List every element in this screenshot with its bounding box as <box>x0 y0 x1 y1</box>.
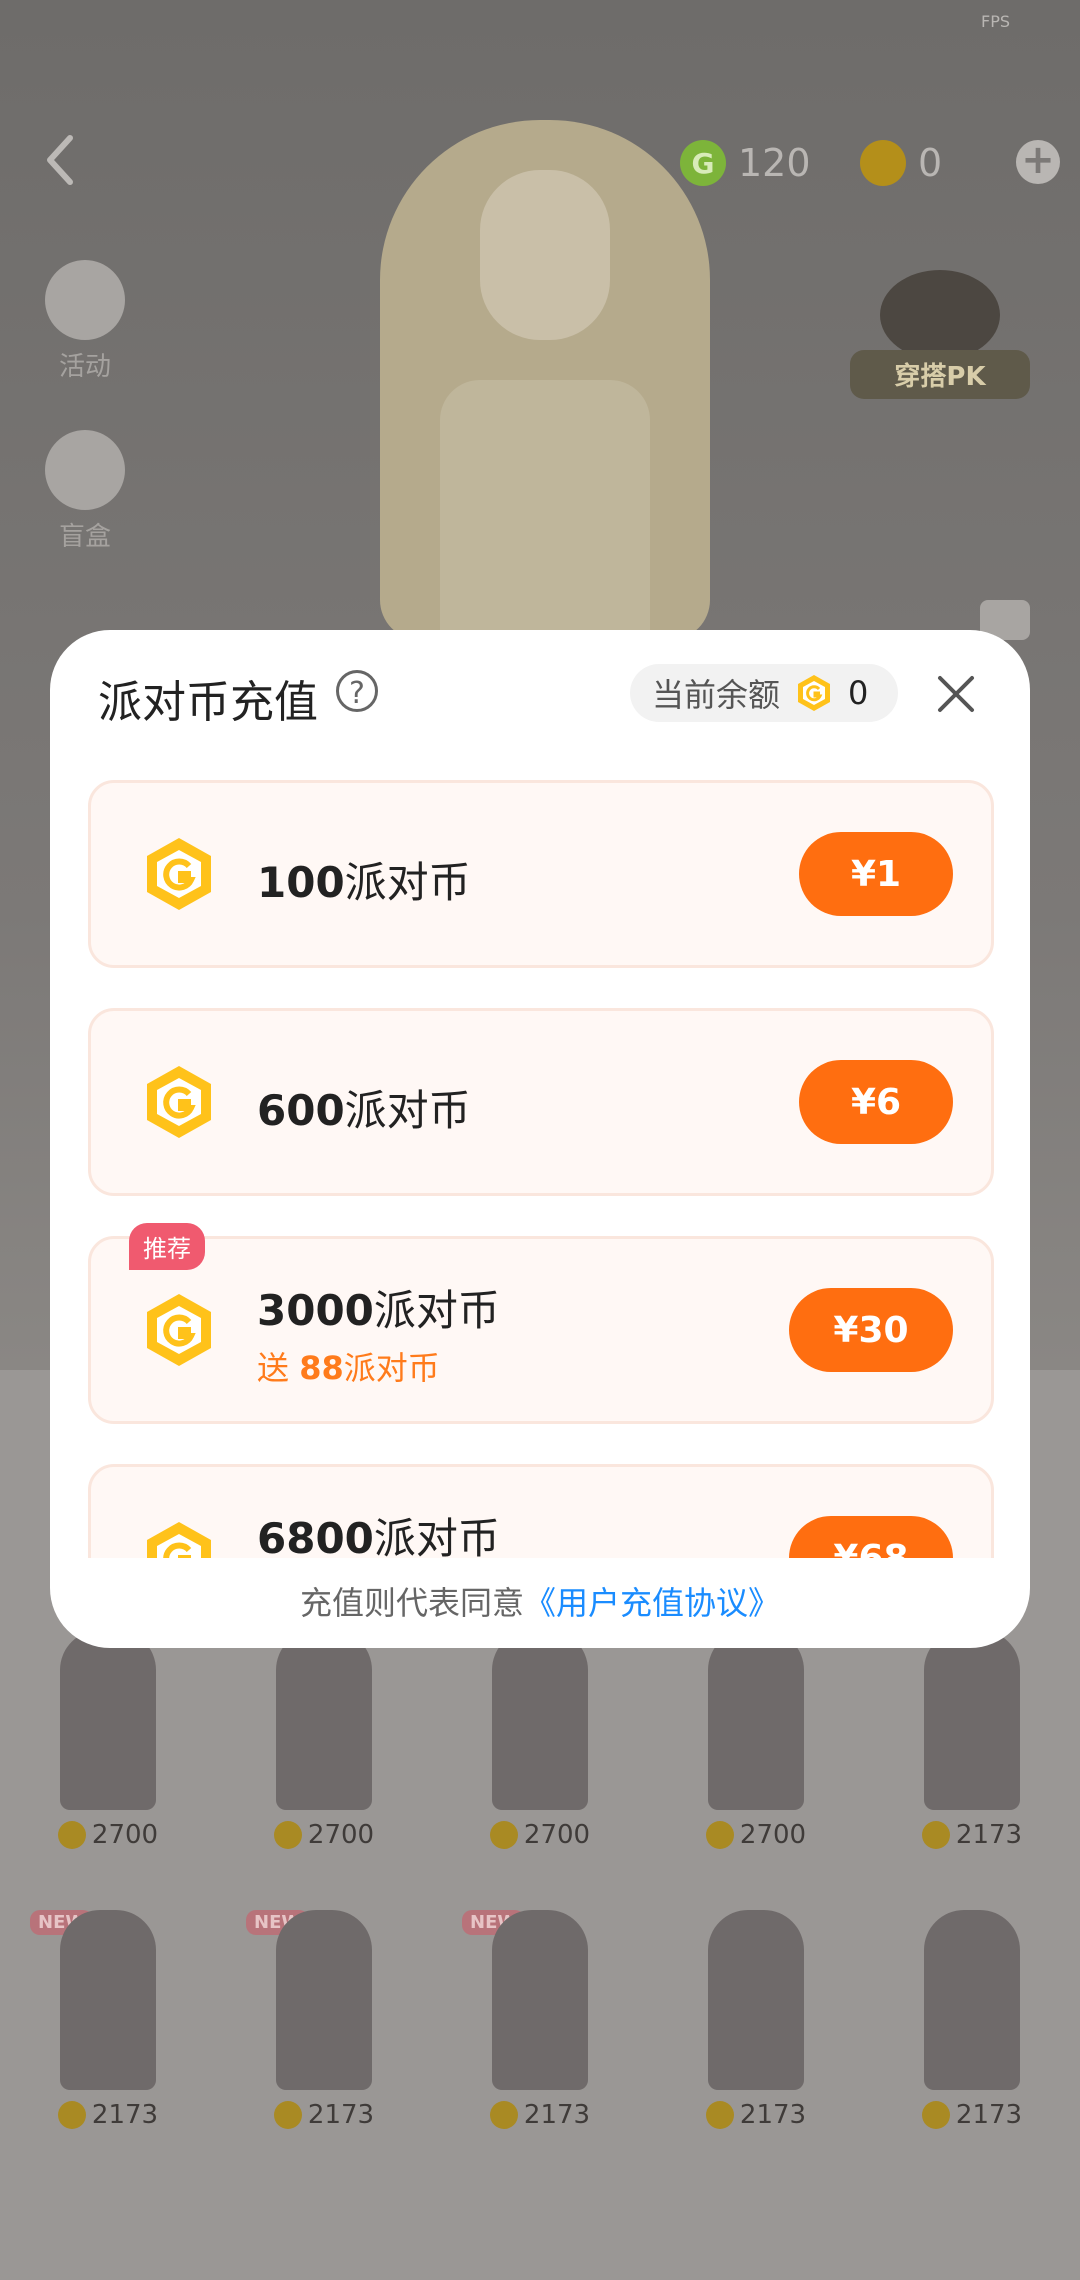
status-bar: FPS <box>0 0 1080 60</box>
agreement-notice: 充值则代表同意《用户充值协议》 <box>50 1578 1030 1624</box>
avatar-character <box>380 120 710 640</box>
recommended-tag: 推荐 <box>129 1223 205 1270</box>
recharge-option[interactable]: 100派对币 ¥1 <box>88 780 994 968</box>
option-amount: 6800派对币 <box>257 1514 500 1558</box>
add-currency-button[interactable]: + <box>1016 140 1060 184</box>
balance-label: 当前余额 <box>652 676 781 714</box>
price-button[interactable]: ¥68 <box>789 1516 953 1558</box>
price-button[interactable]: ¥30 <box>789 1288 953 1372</box>
help-icon[interactable]: ? <box>336 670 378 712</box>
pk-label: 穿搭PK <box>850 350 1030 399</box>
coin-icon <box>705 2101 734 2129</box>
sidebar-item-activity[interactable]: 活动 <box>40 260 130 383</box>
option-amount: 600派对币 <box>257 1086 471 1135</box>
shop-item[interactable]: NEW 2173 <box>432 1900 648 2160</box>
coin-icon <box>273 2101 302 2129</box>
option-amount: 100派对币 <box>257 858 471 907</box>
shop-item[interactable]: 2700 <box>648 1620 864 1880</box>
coin-icon <box>489 2101 518 2129</box>
coin-icon <box>57 1821 86 1849</box>
coin-icon <box>921 1821 950 1849</box>
recharge-option[interactable]: 600派对币 ¥6 <box>88 1008 994 1196</box>
agreement-link[interactable]: 《用户充值协议》 <box>524 1584 780 1622</box>
shop-row: 2700 2700 2700 2700 2173 <box>0 1620 1080 1880</box>
coin-icon <box>921 2101 950 2129</box>
shop-item[interactable]: NEW 2173 <box>216 1900 432 2160</box>
coin-icon <box>273 1821 302 1849</box>
outfit-pk-button[interactable]: 穿搭PK <box>850 270 1030 410</box>
shop-item[interactable]: NEW 2173 <box>0 1900 216 2160</box>
option-amount: 3000派对币 <box>257 1286 500 1335</box>
sidebar-item-label: 活动 <box>58 352 111 382</box>
shop-item[interactable]: 2700 <box>0 1620 216 1880</box>
price-button[interactable]: ¥6 <box>799 1060 953 1144</box>
gift-box-icon <box>45 430 125 510</box>
current-balance: 当前余额 0 <box>630 664 898 722</box>
recharge-modal: 派对币充值 ? 当前余额 0 100派对币 ¥1 600派对币 ¥6 推荐 30… <box>50 630 1030 1648</box>
close-icon <box>938 676 974 712</box>
balance-value: 0 <box>848 674 869 712</box>
coin-icon <box>705 1821 734 1849</box>
crown-icon <box>880 270 1000 360</box>
sidebar-item-blind-box[interactable]: 盲盒 <box>40 430 130 553</box>
fps-label: FPS <box>980 12 1010 31</box>
coin-icon <box>57 2101 86 2129</box>
back-button[interactable] <box>40 130 80 190</box>
balloon-icon <box>45 260 125 340</box>
chevron-left-icon <box>47 135 73 185</box>
coin-icon <box>147 1522 211 1558</box>
shop-item[interactable]: 2173 <box>864 1900 1080 2160</box>
shop-row: NEW 2173 NEW 2173 NEW 2173 2173 2173 <box>0 1900 1080 2160</box>
coin-icon <box>147 1294 211 1366</box>
shop-item[interactable]: 2700 <box>216 1620 432 1880</box>
gold-coin-icon <box>860 140 906 186</box>
close-button[interactable] <box>934 672 978 716</box>
agreement-text: 充值则代表同意 <box>299 1584 524 1622</box>
coin-icon <box>147 838 211 910</box>
modal-title: 派对币充值 <box>98 677 318 728</box>
shop-item[interactable]: 2173 <box>648 1900 864 2160</box>
green-coin-value: 120 <box>738 141 811 185</box>
coin-icon <box>489 1821 518 1849</box>
price-button[interactable]: ¥1 <box>799 832 953 916</box>
sidebar-item-label: 盲盒 <box>58 522 111 552</box>
recharge-option[interactable]: 推荐 3000派对币 送 88派对币 ¥30 <box>88 1223 994 1424</box>
recharge-option[interactable]: 6800派对币 ¥68 <box>88 1464 994 1558</box>
gold-coin-value: 0 <box>918 141 943 185</box>
shop-item[interactable]: 2700 <box>432 1620 648 1880</box>
shop-item[interactable]: 2173 <box>864 1620 1080 1880</box>
gold-coin-balance: 0 <box>860 140 942 186</box>
recharge-options-list[interactable]: 100派对币 ¥1 600派对币 ¥6 推荐 3000派对币 送 88派对币 ¥… <box>50 780 1030 1558</box>
coin-icon <box>798 675 831 711</box>
coin-icon <box>147 1066 211 1138</box>
bonus-text: 送 88派对币 <box>257 1349 440 1387</box>
